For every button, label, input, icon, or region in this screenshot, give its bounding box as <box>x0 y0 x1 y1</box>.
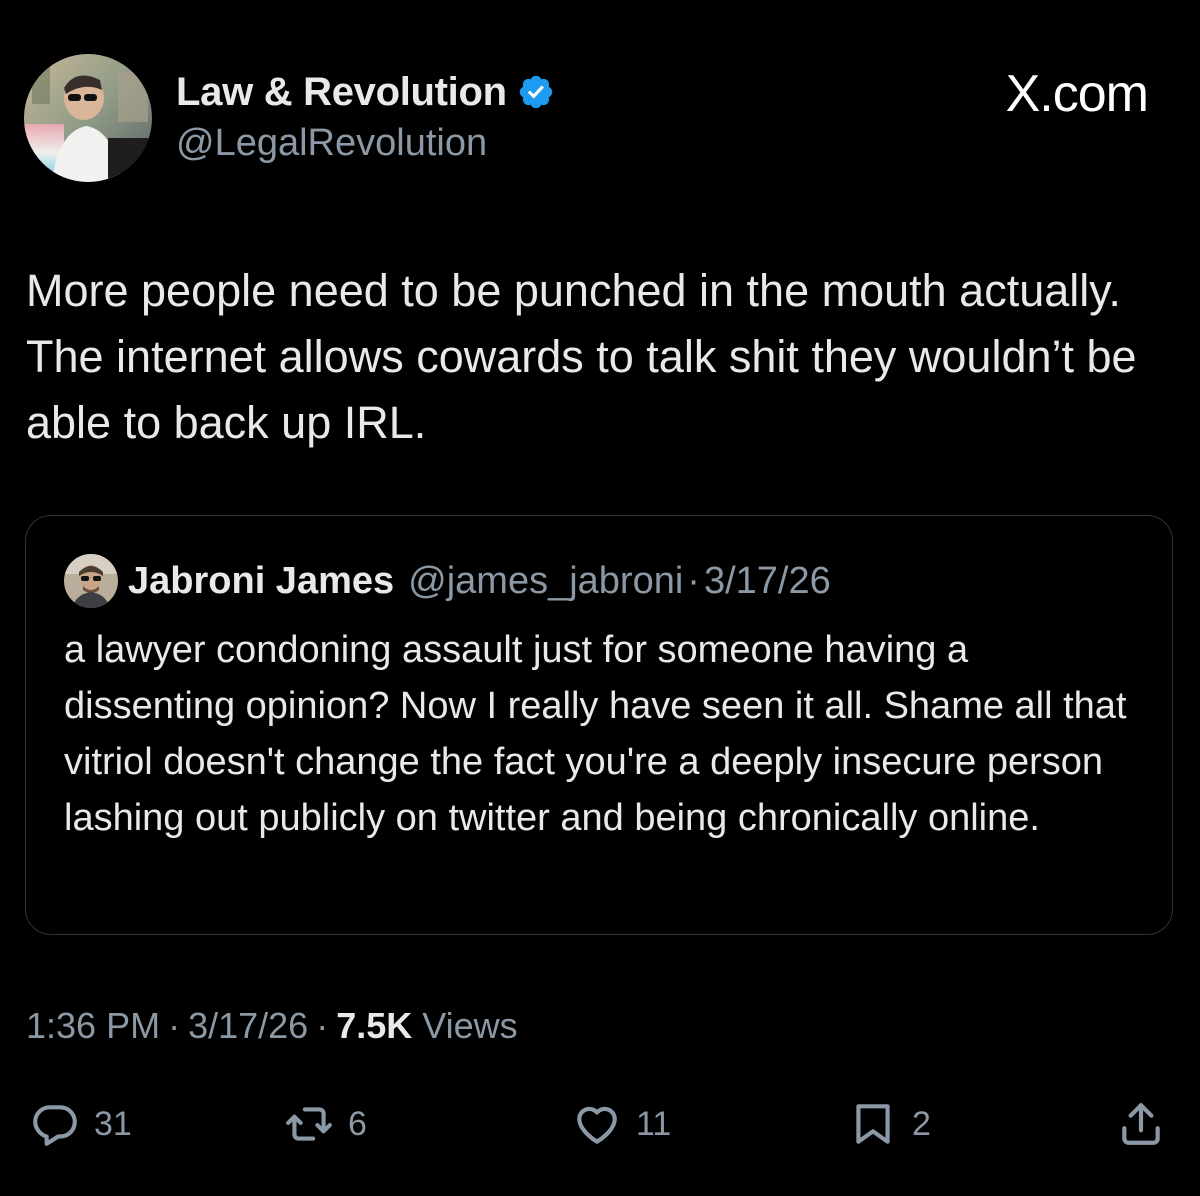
reply-icon <box>33 1105 77 1146</box>
author-name-row[interactable]: Law & Revolution <box>176 66 555 118</box>
like-count: 11 <box>636 1104 672 1143</box>
quoted-tweet-header: Jabroni James @james_jabroni · 3/17/26 <box>128 556 831 606</box>
tweet-date[interactable]: 3/17/26 <box>188 1005 308 1047</box>
share-icon <box>1122 1103 1160 1145</box>
quoted-author-name[interactable]: Jabroni James <box>128 560 394 603</box>
views-count[interactable]: 7.5K <box>336 1005 412 1047</box>
quoted-tweet[interactable]: Jabroni James @james_jabroni · 3/17/26 a… <box>25 515 1173 935</box>
quoted-tweet-text: a lawyer condoning assault just for some… <box>64 629 1127 839</box>
author-name[interactable]: Law & Revolution <box>176 70 507 115</box>
tweet-meta: 1:36 PM · 3/17/26 · 7.5K Views <box>26 1005 518 1047</box>
author-avatar[interactable] <box>24 54 152 182</box>
separator-dot: · <box>168 1005 181 1046</box>
brand-watermark: X.com <box>1005 65 1149 123</box>
separator-dot: · <box>687 559 700 602</box>
quoted-author-handle[interactable]: @james_jabroni <box>408 560 683 603</box>
bookmark-button[interactable]: 2 <box>848 1098 931 1150</box>
author-handle[interactable]: @LegalRevolution <box>176 122 487 165</box>
quoted-tweet-date[interactable]: 3/17/26 <box>704 560 831 603</box>
bookmark-count: 2 <box>912 1104 931 1143</box>
action-bar: 31 6 11 2 <box>0 1098 1200 1150</box>
tweet-text: More people need to be punched in the mo… <box>26 265 1137 448</box>
quoted-author-avatar[interactable] <box>64 554 118 608</box>
like-button[interactable]: 11 <box>572 1098 671 1150</box>
heart-icon <box>577 1106 617 1144</box>
separator-dot: · <box>316 1005 329 1046</box>
views-label[interactable]: Views <box>422 1005 517 1047</box>
reply-count: 31 <box>94 1104 132 1143</box>
repost-icon <box>286 1107 332 1141</box>
bookmark-icon <box>856 1104 890 1144</box>
repost-count: 6 <box>348 1104 367 1143</box>
repost-button[interactable]: 6 <box>284 1098 367 1150</box>
reply-button[interactable]: 31 <box>30 1098 132 1150</box>
verified-badge-icon <box>519 75 553 109</box>
tweet-time[interactable]: 1:36 PM <box>26 1005 160 1047</box>
share-button[interactable] <box>1116 1098 1166 1150</box>
